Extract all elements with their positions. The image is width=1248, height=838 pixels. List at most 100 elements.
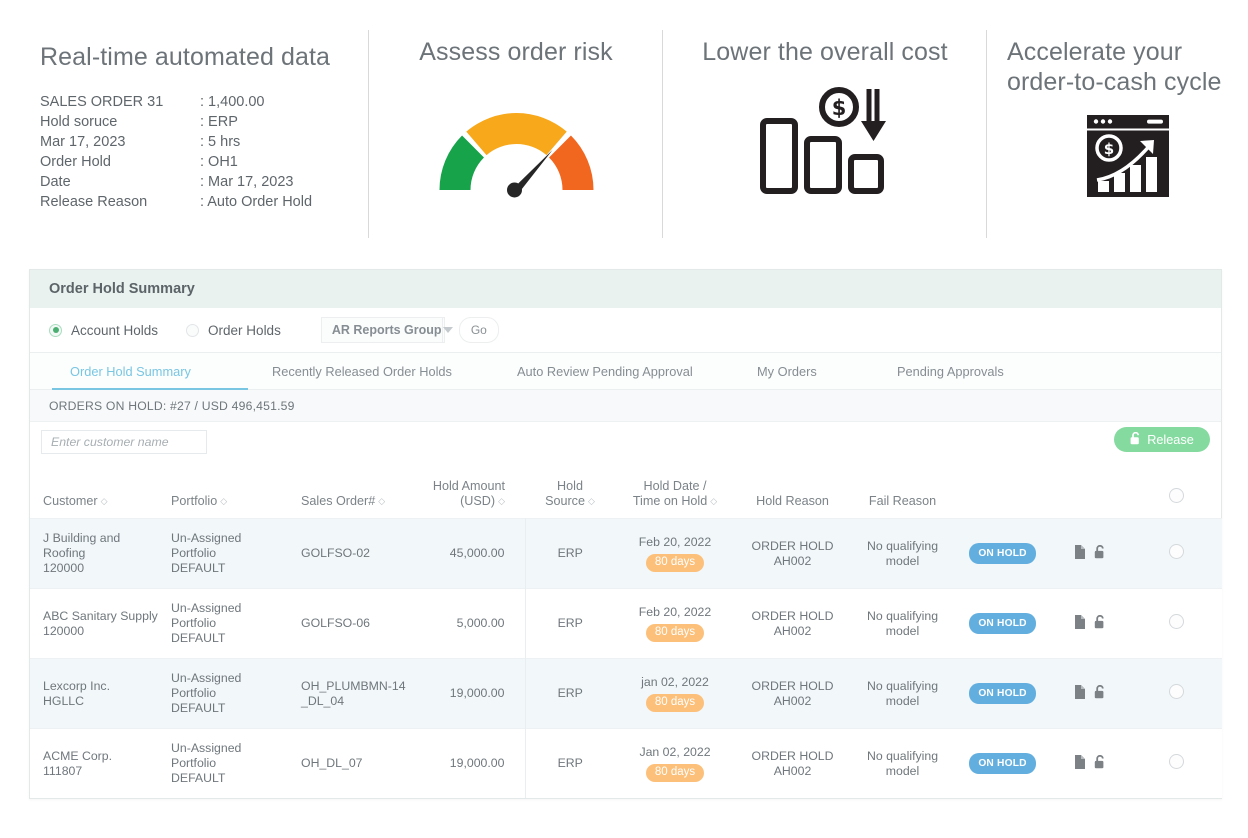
- cell-customer: ABC Sanitary Supply 120000: [30, 588, 165, 659]
- hold-reason-line1: ORDER HOLD: [751, 748, 834, 763]
- cell-select[interactable]: [1130, 728, 1222, 798]
- document-icon[interactable]: [1074, 614, 1085, 633]
- col-label: Fail Reason: [868, 494, 937, 508]
- tab-my-orders[interactable]: My Orders: [757, 353, 897, 389]
- cell-select[interactable]: [1130, 518, 1222, 589]
- document-icon[interactable]: [1074, 754, 1085, 773]
- document-icon[interactable]: [1074, 684, 1085, 703]
- growth-dashboard-icon: $: [987, 115, 1248, 197]
- col-hold-date[interactable]: Hold Date / Time on Hold ◇: [615, 464, 735, 519]
- unlock-icon[interactable]: [1094, 544, 1106, 563]
- col-customer[interactable]: Customer ◇: [30, 464, 165, 519]
- table-row[interactable]: ABC Sanitary Supply 120000 Un-Assigned P…: [30, 588, 1222, 659]
- col-label: Sales Order#: [301, 494, 376, 508]
- row-select-radio[interactable]: [1168, 544, 1184, 559]
- radio-unselected-icon[interactable]: [186, 323, 200, 337]
- select-all-radio[interactable]: [1168, 488, 1184, 503]
- cell-actions: [1050, 728, 1130, 798]
- fail-reason-line2: model: [885, 553, 920, 568]
- radio-label: Order Holds: [208, 322, 281, 338]
- radio-selected-icon[interactable]: [49, 323, 62, 337]
- report-group-select[interactable]: AR Reports Group: [320, 317, 453, 343]
- cell-portfolio: Un-Assigned Portfolio DEFAULT: [165, 658, 295, 729]
- fail-reason-line1: No qualifying: [866, 608, 939, 623]
- portfolio-name: Un-Assigned Portfolio: [171, 671, 242, 700]
- sort-icon[interactable]: ◇: [588, 497, 595, 506]
- unlock-icon[interactable]: [1094, 754, 1106, 773]
- radio-label: Account Holds: [71, 322, 159, 338]
- hold-date: jan 02, 2022: [641, 675, 709, 689]
- col-label: Hold Source: [545, 479, 585, 508]
- customer-name: Lexcorp Inc.: [43, 678, 110, 693]
- row-select-radio[interactable]: [1168, 614, 1184, 629]
- document-icon[interactable]: [1074, 544, 1085, 563]
- tab-auto-review-pending-approval[interactable]: Auto Review Pending Approval: [517, 353, 757, 389]
- portfolio-sub: DEFAULT: [171, 561, 226, 575]
- customer-id: 120000: [43, 561, 85, 575]
- tab-label: Auto Review Pending Approval: [517, 363, 693, 379]
- sort-icon[interactable]: ◇: [498, 497, 505, 506]
- panel-header: Order Hold Summary: [30, 270, 1221, 308]
- col-sales-order[interactable]: Sales Order# ◇: [295, 464, 415, 519]
- cell-fail-reason: No qualifying model: [850, 728, 955, 798]
- sort-icon[interactable]: ◇: [378, 497, 385, 506]
- customer-name: J Building and Roofing: [43, 531, 121, 560]
- customer-search-input[interactable]: [41, 430, 207, 454]
- hold-reason-line1: ORDER HOLD: [751, 678, 834, 693]
- status-badge: ON HOLD: [969, 753, 1036, 774]
- cell-select[interactable]: [1130, 658, 1222, 729]
- customer-name: ABC Sanitary Supply: [43, 608, 158, 623]
- customer-id: HGLLC: [43, 693, 85, 708]
- cell-sales-order: GOLFSO-06: [295, 588, 415, 659]
- cell-hold-source: ERP: [525, 518, 615, 589]
- col-hold-source[interactable]: Hold Source ◇: [525, 464, 615, 519]
- time-on-hold-badge: 80 days: [645, 694, 705, 712]
- row-select-radio[interactable]: [1168, 754, 1184, 769]
- col-select-all[interactable]: [1130, 464, 1222, 519]
- cell-hold-reason: ORDER HOLD AH002: [735, 518, 850, 589]
- release-button[interactable]: Release: [1114, 427, 1210, 452]
- cell-select[interactable]: [1130, 588, 1222, 659]
- portfolio-name: Un-Assigned Portfolio: [171, 531, 242, 560]
- cell-customer: ACME Corp. 111807: [30, 728, 165, 798]
- detail-label: Date: [40, 174, 71, 190]
- cell-hold-reason: ORDER HOLD AH002: [735, 588, 850, 659]
- cell-hold-amount: 19,000.00: [415, 658, 526, 729]
- col-hold-amount[interactable]: Hold Amount (USD) ◇: [415, 464, 525, 519]
- time-on-hold-badge: 80 days: [645, 624, 705, 642]
- col-portfolio[interactable]: Portfolio ◇: [165, 464, 295, 519]
- tab-order-hold-summary[interactable]: Order Hold Summary: [52, 353, 248, 390]
- col-fail-reason[interactable]: Fail Reason: [850, 464, 955, 519]
- radio-account-holds[interactable]: Account Holds: [49, 323, 158, 338]
- row-select-radio[interactable]: [1168, 684, 1184, 699]
- col-hold-reason[interactable]: Hold Reason: [735, 464, 850, 519]
- radio-order-holds[interactable]: Order Holds: [186, 323, 281, 338]
- table-row[interactable]: J Building and Roofing 120000 Un-Assigne…: [30, 518, 1222, 589]
- detail-value: : ERP: [200, 114, 238, 130]
- order-detail-list: SALES ORDER 31 : 1,400.00 Hold soruce : …: [40, 92, 369, 212]
- svg-text:$: $: [832, 96, 847, 120]
- tab-recently-released-order-holds[interactable]: Recently Released Order Holds: [230, 353, 517, 389]
- detail-label: Mar 17, 2023: [40, 134, 126, 150]
- detail-value: : 5 hrs: [200, 134, 241, 150]
- chevron-down-icon[interactable]: [441, 318, 453, 342]
- sort-icon[interactable]: ◇: [220, 497, 227, 506]
- sort-icon[interactable]: ◇: [101, 497, 108, 506]
- hold-reason-line1: ORDER HOLD: [751, 608, 834, 623]
- unlock-icon[interactable]: [1094, 614, 1106, 633]
- fail-reason-line1: No qualifying: [866, 678, 939, 693]
- detail-value: : OH1: [200, 154, 238, 170]
- cell-actions: [1050, 518, 1130, 589]
- table-row[interactable]: ACME Corp. 111807 Un-Assigned Portfolio …: [30, 728, 1222, 798]
- cell-hold-amount: 5,000.00: [415, 588, 526, 659]
- hold-reason-line2: AH002: [773, 693, 812, 708]
- tab-pending-approvals[interactable]: Pending Approvals: [897, 353, 1004, 389]
- unlock-icon[interactable]: [1094, 684, 1106, 703]
- tab-label: Order Hold Summary: [70, 363, 191, 379]
- detail-row: Hold soruce : ERP: [40, 112, 369, 132]
- fail-reason-line2: model: [885, 763, 920, 778]
- sort-icon[interactable]: ◇: [710, 497, 717, 506]
- table-row[interactable]: Lexcorp Inc. HGLLC Un-Assigned Portfolio…: [30, 658, 1222, 729]
- go-button[interactable]: Go: [458, 317, 499, 343]
- feature-title: Assess order risk: [419, 38, 613, 66]
